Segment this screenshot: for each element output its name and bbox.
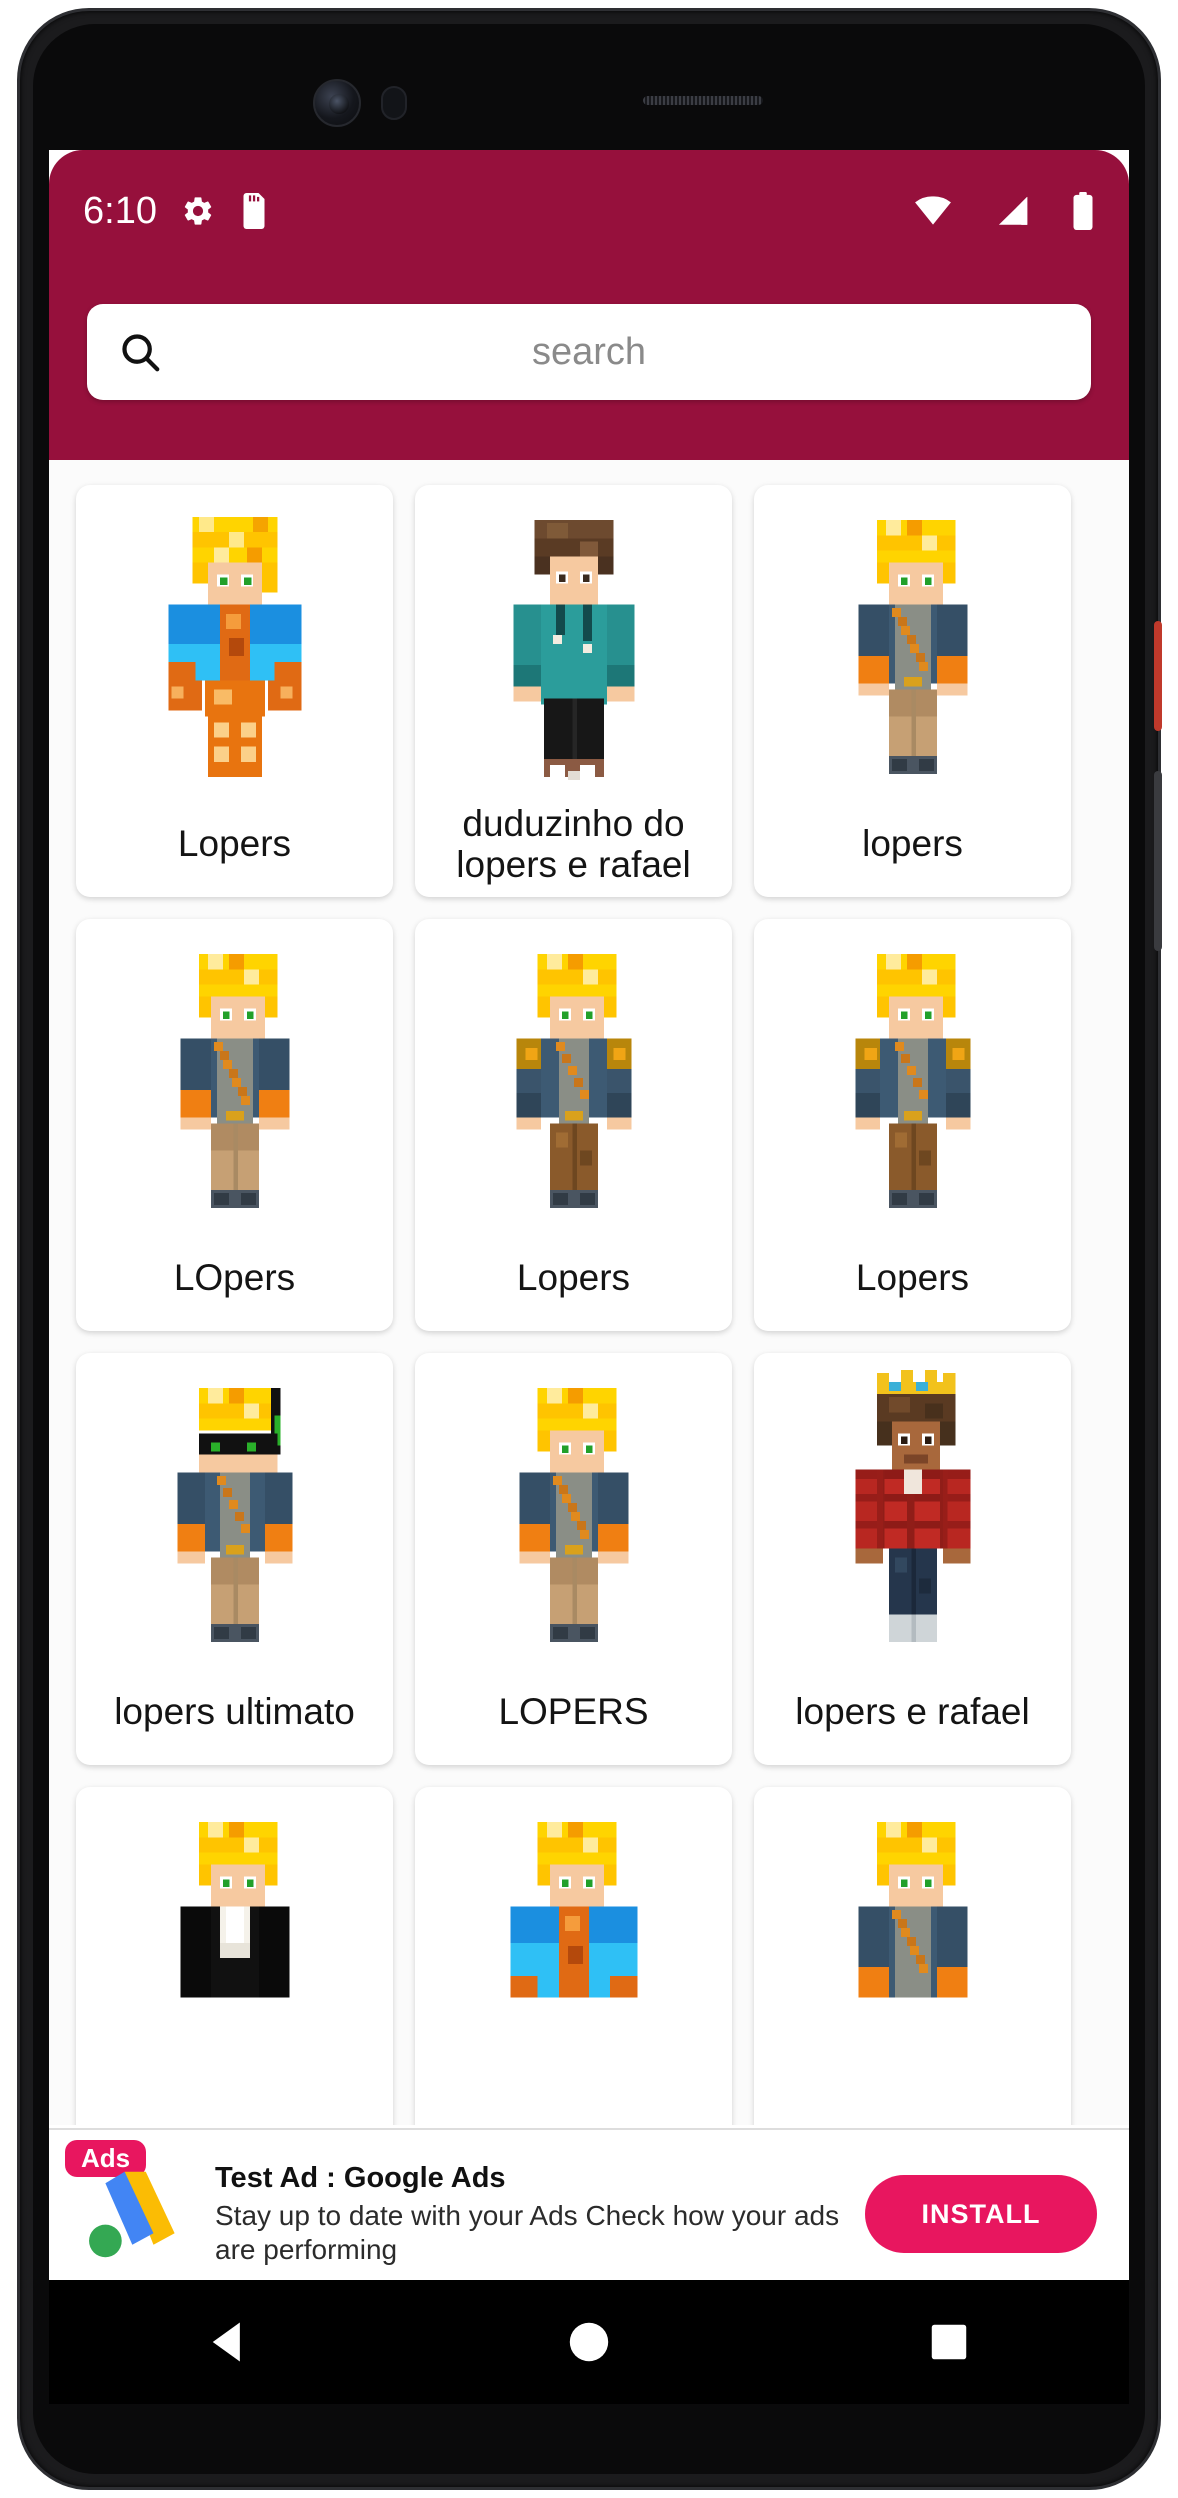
battery-icon [1071,192,1095,230]
skin-label: Lopers [855,1257,970,1299]
notch-area [33,24,1145,154]
power-button[interactable] [1154,621,1162,731]
skin-grid[interactable]: Lopers duduzinho do lopers e rafael lope… [49,460,1129,2125]
status-bar-right [889,192,1095,230]
ad-banner[interactable]: Ads Test Ad : Google Ads Stay up to date… [49,2128,1129,2280]
recents-square-icon[interactable] [889,2280,1009,2404]
skin-card[interactable]: lopers ultimato [76,1353,393,1765]
skin-card[interactable]: LOpers [76,919,393,1331]
ad-title: Test Ad : Google Ads [215,2161,506,2194]
skin-label [754,2099,1071,2125]
skin-label: LOpers [173,1257,296,1299]
google-ads-logo-icon [81,2164,199,2264]
skin-label: LOPERS [498,1691,649,1733]
skin-card[interactable]: Lopers [754,919,1071,1331]
skin-thumbnail [754,485,1071,797]
camera-lens-inner [329,94,349,114]
skin-label: Lopers [516,1257,631,1299]
status-clock: 6:10 [83,190,157,232]
skin-label: duduzinho do lopers e rafael [456,802,691,885]
ad-text-block: Test Ad : Google Ads Stay up to date wit… [215,2162,865,2266]
skin-card[interactable]: lopers e rafael [754,1353,1071,1765]
gear-icon [181,194,215,228]
skin-card[interactable]: Lopers [415,919,732,1331]
skin-card[interactable] [76,1787,393,2125]
skin-thumbnail [415,1787,732,2099]
skin-card[interactable] [415,1787,732,2125]
signal-icon [993,195,1031,227]
ad-body: Stay up to date with your Ads Check how … [215,2199,840,2265]
install-button[interactable]: INSTALL [865,2175,1097,2253]
skin-card[interactable]: duduzinho do lopers e rafael [415,485,732,897]
skin-thumbnail [754,919,1071,1231]
phone-frame: 6:10 search Lopers duduzinho do lopers e… [17,8,1162,2490]
earpiece-speaker [643,96,763,105]
proximity-sensor-icon [381,86,407,120]
search-input[interactable] [193,330,1091,374]
skin-thumbnail [415,919,732,1231]
sd-card-icon [239,193,269,229]
skin-card[interactable]: LOPERS [415,1353,732,1765]
skin-thumbnail [76,919,393,1231]
skin-thumbnail [76,485,393,797]
skin-label [415,2099,732,2125]
status-bar: 6:10 [49,180,1129,242]
volume-button[interactable] [1154,771,1162,951]
wifi-icon [913,195,953,227]
skin-thumbnail [76,1353,393,1665]
skin-thumbnail [754,1787,1071,2099]
skin-label: lopers e rafael [795,1691,1030,1733]
search-icon[interactable] [87,329,193,375]
skin-card[interactable] [754,1787,1071,2125]
skin-thumbnail [415,1353,732,1665]
back-triangle-icon[interactable] [169,2280,289,2404]
skin-label: lopers [862,823,963,865]
skin-thumbnail [754,1353,1071,1665]
skin-thumbnail [76,1787,393,2099]
front-camera-icon [313,79,361,127]
skin-card[interactable]: Lopers [76,485,393,897]
status-bar-left: 6:10 [83,192,269,230]
skin-label: Lopers [177,823,292,865]
phone-screen: 6:10 search Lopers duduzinho do lopers e… [49,150,1129,2280]
skin-card[interactable]: lopers [754,485,1071,897]
skin-thumbnail [415,485,732,797]
navigation-bar[interactable] [49,2280,1129,2404]
app-bar: 6:10 [49,150,1129,460]
skin-label: lopers ultimato [114,1691,355,1733]
home-circle-icon[interactable] [529,2280,649,2404]
skin-label [76,2099,393,2125]
search-bar[interactable] [87,304,1091,400]
phone-bezel: 6:10 search Lopers duduzinho do lopers e… [33,24,1145,2474]
